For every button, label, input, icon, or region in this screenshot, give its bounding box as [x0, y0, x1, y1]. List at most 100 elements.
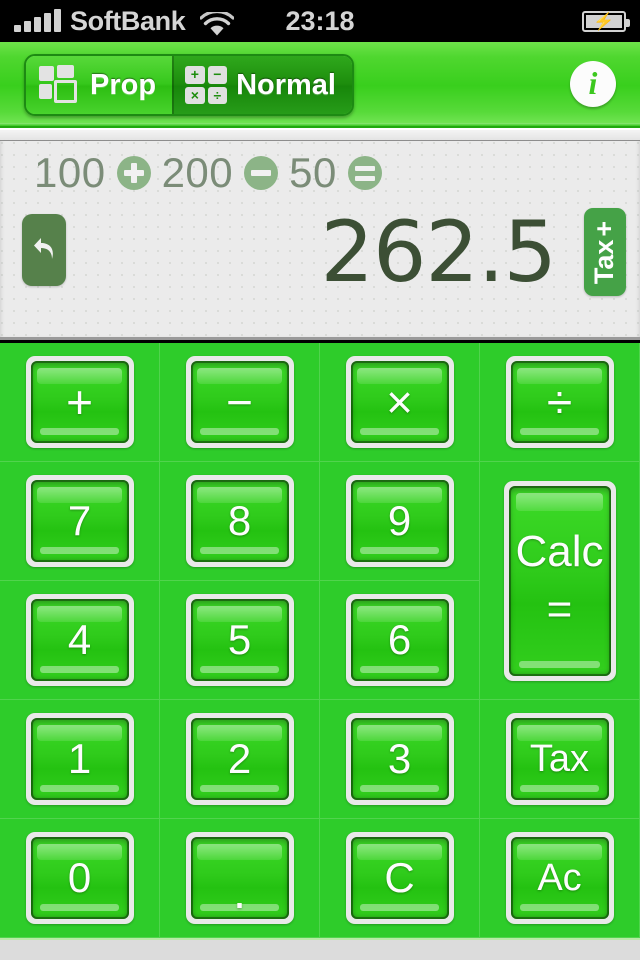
key-tax-cell: Tax: [480, 700, 640, 819]
key-tax-label: Tax: [529, 738, 590, 780]
key-7-cell: 7: [0, 462, 160, 581]
keypad-grid: + − × ÷ 7 8 9 Calc = 4 5 6 1 2 3 Tax 0. C Ac: [0, 343, 640, 938]
key-clear-cell: C: [320, 819, 480, 938]
op-icon-plus: +: [185, 66, 205, 84]
key-base-highlight: [360, 785, 439, 792]
key-1[interactable]: 1: [25, 713, 134, 805]
key-4[interactable]: 4: [25, 594, 134, 686]
key-9-label: 9: [387, 497, 412, 544]
segment-normal[interactable]: + − × ÷ Normal: [172, 56, 352, 114]
key-clear-label: C: [384, 854, 415, 901]
key-multiply-cell: ×: [320, 343, 480, 462]
key-2[interactable]: 2: [185, 713, 294, 805]
operators-grid-icon: + − × ÷: [185, 66, 228, 104]
key-tax-face: Tax: [510, 718, 609, 800]
key-5[interactable]: 5: [185, 594, 294, 686]
info-button[interactable]: i: [570, 61, 616, 107]
key-0[interactable]: 0: [25, 832, 134, 924]
key-8-face: 8: [190, 480, 289, 562]
key-divide-cell: ÷: [480, 343, 640, 462]
key-9-face: 9: [350, 480, 449, 562]
key-decimal-label: .: [233, 866, 246, 918]
key-all-clear-label: Ac: [537, 857, 582, 899]
key-decimal-cell: .: [160, 819, 320, 938]
key-6-cell: 6: [320, 581, 480, 700]
key-divide-label: ÷: [546, 376, 573, 428]
key-base-highlight: [200, 666, 279, 673]
mode-segmented-control[interactable]: Prop + − × ÷ Normal: [24, 54, 354, 116]
key-tax[interactable]: Tax: [505, 713, 614, 805]
key-9[interactable]: 9: [345, 475, 454, 567]
tax-tab-label: Tax: [589, 239, 620, 284]
key-1-label: 1: [67, 735, 92, 782]
key-4-face: 4: [30, 599, 129, 681]
key-base-highlight: [360, 904, 439, 911]
key-base-highlight: [40, 547, 119, 554]
key-all-clear-face: Ac: [510, 837, 609, 919]
key-base-highlight: [520, 428, 599, 435]
key-minus[interactable]: −: [185, 356, 294, 448]
key-5-face: 5: [190, 599, 289, 681]
key-calc-equals-label-stack: Calc =: [515, 529, 603, 634]
key-gloss: [197, 844, 282, 860]
key-9-cell: 9: [320, 462, 480, 581]
key-2-label: 2: [227, 735, 252, 782]
key-4-label: 4: [67, 616, 92, 663]
key-4-cell: 4: [0, 581, 160, 700]
segment-prop[interactable]: Prop: [26, 56, 173, 114]
display-panel: 100 200 50 262.5 Tax +: [0, 128, 640, 340]
key-base-highlight: [518, 660, 601, 668]
key-3-label: 3: [387, 735, 412, 782]
key-calc-equals-equals-label: =: [546, 584, 573, 634]
key-plus-cell: +: [0, 343, 160, 462]
key-1-face: 1: [30, 718, 129, 800]
key-base-highlight: [40, 785, 119, 792]
key-8[interactable]: 8: [185, 475, 294, 567]
key-calc-equals-cell: Calc =: [480, 462, 640, 700]
key-clear-face: C: [350, 837, 449, 919]
key-minus-cell: −: [160, 343, 320, 462]
key-plus[interactable]: +: [25, 356, 134, 448]
key-0-face: 0: [30, 837, 129, 919]
expression-operand-3: 50: [289, 149, 337, 196]
key-base-highlight: [520, 904, 599, 911]
key-calc-equals[interactable]: Calc =: [503, 480, 616, 681]
key-2-cell: 2: [160, 700, 320, 819]
key-all-clear[interactable]: Ac: [505, 832, 614, 924]
status-bar: SoftBank 23:18 ⚡: [0, 0, 640, 42]
plus-badge: [116, 156, 151, 190]
key-decimal[interactable]: .: [185, 832, 294, 924]
key-7[interactable]: 7: [25, 475, 134, 567]
key-multiply[interactable]: ×: [345, 356, 454, 448]
minus-badge: [244, 156, 279, 190]
tax-tab-suffix: +: [589, 220, 620, 237]
key-all-clear-cell: Ac: [480, 819, 640, 938]
key-plus-face: +: [30, 361, 129, 443]
key-multiply-face: ×: [350, 361, 449, 443]
expression-operand-2: 200: [161, 149, 234, 196]
key-5-label: 5: [227, 616, 252, 663]
key-3[interactable]: 3: [345, 713, 454, 805]
key-base-highlight: [200, 428, 279, 435]
undo-button[interactable]: [22, 214, 66, 286]
result-value: 262.5: [320, 203, 557, 301]
info-icon: i: [588, 65, 598, 101]
key-clear[interactable]: C: [345, 832, 454, 924]
key-5-cell: 5: [160, 581, 320, 700]
expression-operand-1: 100: [34, 149, 106, 196]
tax-plus-tab[interactable]: Tax +: [584, 208, 626, 296]
key-6[interactable]: 6: [345, 594, 454, 686]
key-base-highlight: [520, 785, 599, 792]
key-decimal-face: .: [190, 837, 289, 919]
key-divide-face: ÷: [510, 361, 609, 443]
key-base-highlight: [40, 428, 119, 435]
key-minus-face: −: [190, 361, 289, 443]
segment-prop-label: Prop: [90, 68, 157, 101]
key-calc-equals-face: Calc =: [508, 485, 611, 676]
op-icon-multiply: ×: [185, 86, 205, 104]
key-divide[interactable]: ÷: [505, 356, 614, 448]
key-7-label: 7: [67, 497, 92, 544]
key-0-cell: 0: [0, 819, 160, 938]
key-base-highlight: [360, 428, 439, 435]
key-minus-label: −: [226, 376, 253, 428]
